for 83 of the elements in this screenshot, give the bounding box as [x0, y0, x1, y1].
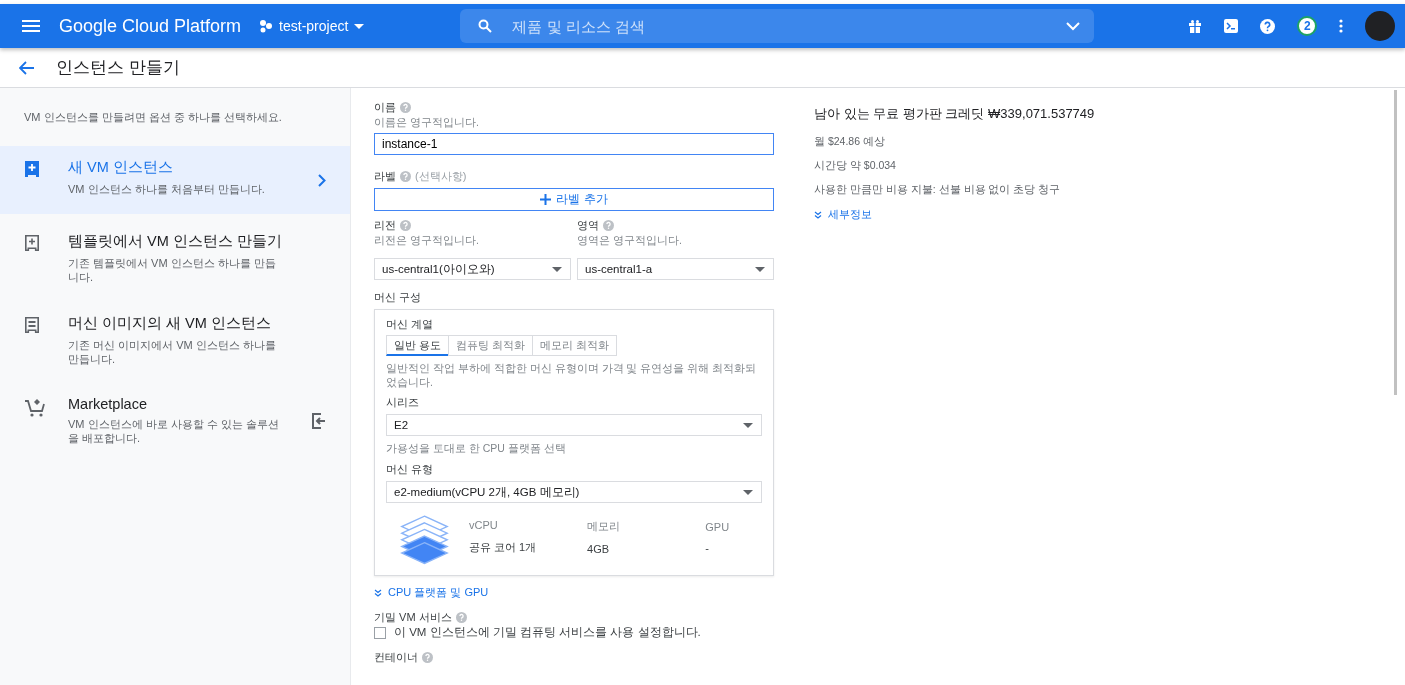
dropdown-arrow-icon: [743, 422, 753, 428]
option-description: VM 인스턴스에 바로 사용할 수 있는 솔루션을 배포합니다.: [68, 417, 280, 445]
spec-value: 4GB: [587, 543, 611, 555]
field-hint: 리전은 영구적입니다.: [374, 234, 480, 248]
machine-type-dropdown[interactable]: e2-medium(vCPU 2개, 4GB 메모리): [386, 481, 762, 503]
page-title: 인스턴스 만들기: [56, 57, 180, 79]
field-label: 라벨: [374, 169, 396, 184]
optional-note: (선택사항): [415, 169, 467, 184]
checkbox[interactable]: [374, 626, 386, 639]
terminal-icon[interactable]: [1224, 19, 1239, 33]
family-tab[interactable]: 컴퓨팅 최적화: [448, 335, 534, 356]
option-description: 기존 템플릿에서 VM 인스턴스 하나를 만듭니다.: [68, 256, 277, 284]
sidebar-intro: VM 인스턴스를 만들려면 옵션 중 하나를 선택하세요.: [23, 110, 283, 125]
field-label: 시리즈: [386, 395, 420, 410]
field-label: 리전: [374, 218, 396, 233]
field-label: 머신 유형: [386, 462, 435, 477]
search-input[interactable]: 제품 및 리소스 검색: [510, 16, 1067, 36]
field-label: 기밀 VM 서비스: [374, 610, 452, 625]
field-hint: 이름은 영구적입니다.: [374, 116, 480, 130]
help-icon[interactable]: [1260, 18, 1276, 34]
avatar[interactable]: [1365, 11, 1396, 41]
option-title: 새 VM 인스턴스: [68, 158, 174, 177]
gift-icon[interactable]: [1188, 19, 1203, 33]
expand-icon: [814, 210, 822, 219]
dropdown-arrow-icon: [552, 266, 562, 272]
back-icon[interactable]: [19, 60, 35, 75]
project-selector[interactable]: test-project: [259, 18, 365, 34]
caret-icon: [354, 23, 365, 29]
open-external-icon: [312, 412, 326, 429]
option-description: 기존 머신 이미지에서 VM 인스턴스 하나를 만듭니다.: [68, 338, 277, 366]
spec-heading: GPU: [705, 520, 731, 533]
expand-icon: [374, 588, 382, 597]
option-title: 머신 이미지의 새 VM 인스턴스: [68, 314, 272, 333]
spec-value: 공유 코어 1개: [468, 540, 538, 555]
server-icon: [24, 316, 40, 334]
field-hint: 영역은 영구적입니다.: [577, 234, 683, 248]
scrollbar[interactable]: [1394, 90, 1397, 395]
search-icon: [478, 19, 493, 33]
field-hint: 가용성을 토대로 한 CPU 플랫폼 선택: [386, 442, 567, 456]
details-link[interactable]: 세부정보: [814, 207, 1390, 222]
name-field[interactable]: instance-1: [374, 133, 774, 155]
add-server-icon: [24, 160, 40, 178]
cpu-platform-link[interactable]: CPU 플랫폼 및 GPU: [374, 585, 774, 600]
dropdown[interactable]: us-central1-a: [577, 258, 774, 280]
more-icon[interactable]: [1339, 19, 1344, 33]
field-label: 머신 계열: [386, 317, 435, 332]
section-label: 머신 구성: [374, 290, 423, 305]
spec-heading: 메모리: [587, 519, 622, 534]
dropdown[interactable]: us-central1(아이오와): [374, 258, 571, 280]
option-item[interactable]: 머신 이미지의 새 VM 인스턴스 기존 머신 이미지에서 VM 인스턴스 하나를 만듭니다.: [0, 302, 350, 378]
expand-icon[interactable]: [1066, 21, 1081, 31]
option-title: 템플릿에서 VM 인스턴스 만들기: [68, 232, 283, 251]
dropdown-arrow-icon: [755, 266, 765, 272]
add-label-button[interactable]: 라벨 추가: [374, 188, 774, 211]
pricing-text: 사용한 만큼만 비용 지불: 선불 비용 없이 초당 청구: [814, 183, 1062, 197]
search-field[interactable]: 제품 및 리소스 검색: [460, 9, 1095, 43]
family-tab[interactable]: 일반 용도: [386, 335, 450, 356]
checkbox-label: 이 VM 인스턴스에 기밀 컴퓨팅 서비스를 사용 설정합니다.: [394, 625, 701, 640]
series-dropdown[interactable]: E2: [386, 414, 762, 436]
project-icon: [259, 19, 274, 33]
product-title[interactable]: Google Cloud Platform: [59, 15, 242, 37]
pricing-text: 시간당 약 $0.034: [814, 159, 897, 173]
notification-badge[interactable]: 2: [1297, 16, 1318, 36]
option-item[interactable]: Marketplace VM 인스턴스에 바로 사용할 수 있는 솔루션을 배포합니다.: [0, 384, 350, 457]
option-description: VM 인스턴스 하나를 처음부터 만듭니다.: [68, 182, 266, 196]
option-item[interactable]: 새 VM 인스턴스 VM 인스턴스 하나를 처음부터 만듭니다.: [0, 146, 350, 214]
family-description: 일반적인 작업 부하에 적합한 머신 유형이며 가격 및 유연성을 위해 최적화되었습니다.: [386, 361, 758, 389]
field-label: 컨테이너: [374, 650, 418, 665]
plus-icon: [540, 194, 552, 205]
spec-value: -: [705, 541, 710, 554]
credit-title: 남아 있는 무료 평가판 크레딧 ₩339,071.537749: [814, 105, 1096, 123]
cart-icon: [24, 398, 46, 418]
option-title: Marketplace: [68, 396, 148, 412]
menu-icon[interactable]: [22, 20, 40, 32]
field-label: 영역: [577, 218, 599, 233]
spec-heading: vCPU: [468, 519, 499, 531]
dropdown-arrow-icon: [743, 489, 753, 495]
field-label: 이름: [374, 100, 396, 115]
pricing-text: 월 $24.86 예상: [814, 135, 886, 149]
chevron-right-icon: [318, 173, 326, 187]
add-server-icon: [24, 234, 40, 252]
option-item[interactable]: 템플릿에서 VM 인스턴스 만들기 기존 템플릿에서 VM 인스턴스 하나를 만듭니다.: [0, 220, 350, 296]
family-tab[interactable]: 메모리 최적화: [532, 335, 618, 356]
